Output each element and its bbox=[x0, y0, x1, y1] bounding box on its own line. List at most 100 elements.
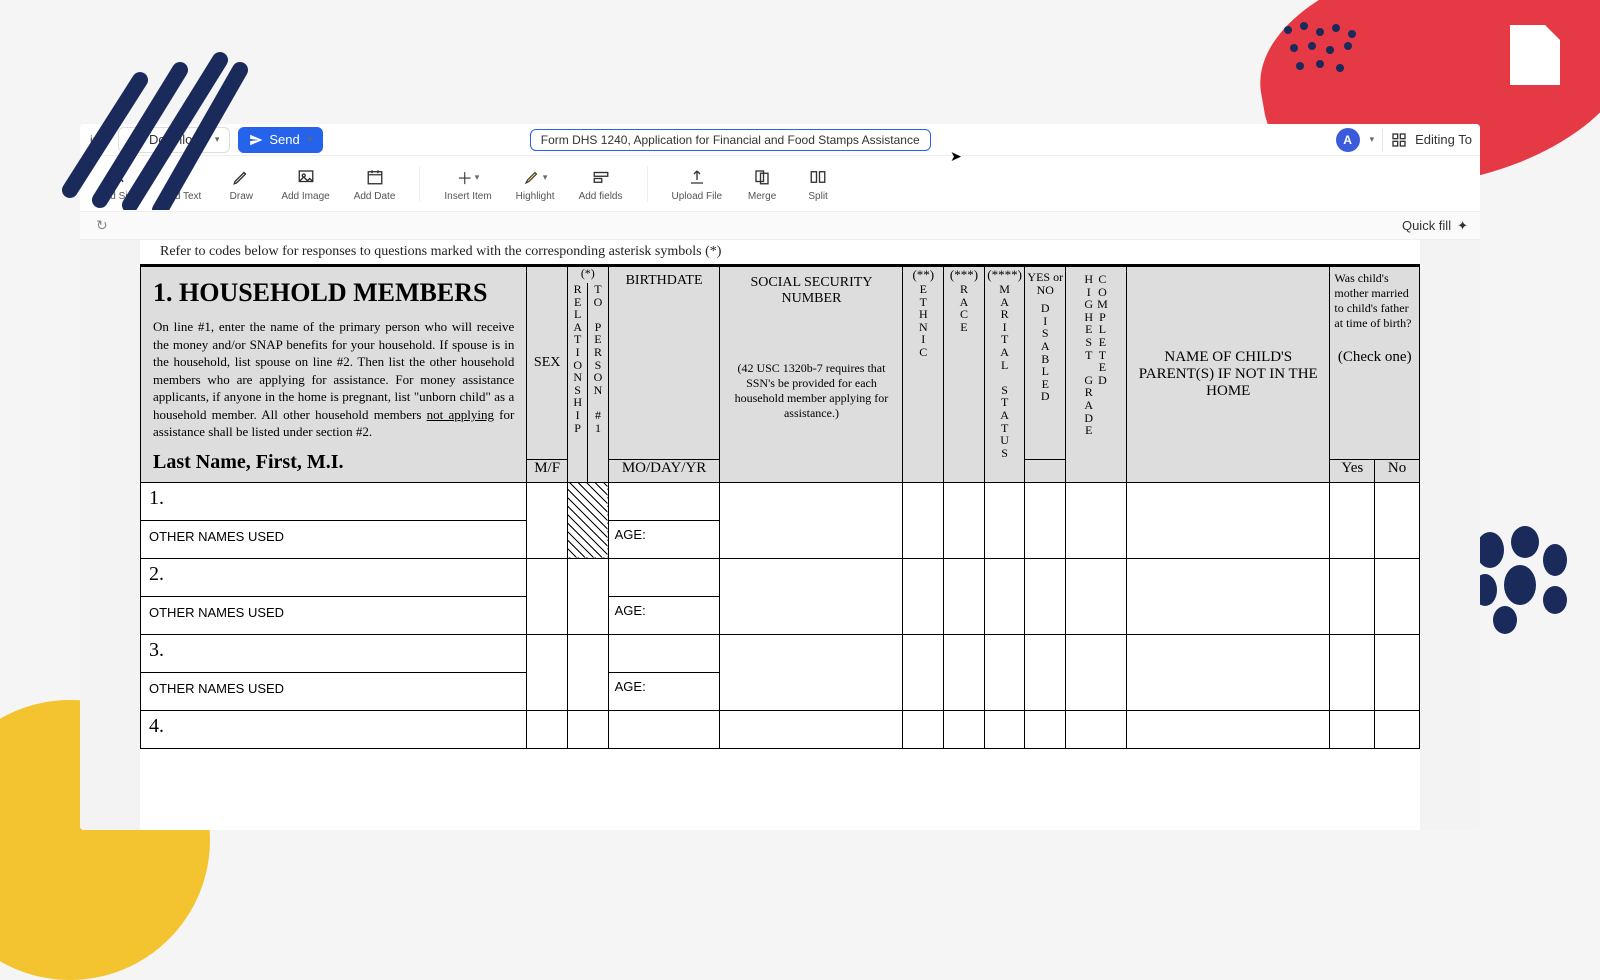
cell-race[interactable] bbox=[944, 482, 985, 558]
chevron-down-icon: ▾ bbox=[308, 134, 313, 145]
cell-parent[interactable] bbox=[1127, 634, 1330, 710]
household-members-table: 1. HOUSEHOLD MEMBERS On line #1, enter t… bbox=[140, 266, 1420, 749]
cell-no[interactable] bbox=[1375, 558, 1420, 634]
cell-yes[interactable] bbox=[1330, 710, 1375, 748]
table-row: 2. bbox=[141, 558, 1420, 596]
cell-no[interactable] bbox=[1375, 482, 1420, 558]
cell-age[interactable]: AGE: bbox=[608, 520, 720, 558]
table-row: 4. bbox=[141, 710, 1420, 748]
col-race: RACE bbox=[944, 283, 985, 482]
cell-ethnic[interactable] bbox=[903, 710, 944, 748]
cell-ethnic[interactable] bbox=[903, 558, 944, 634]
upload-file-button[interactable]: Upload File bbox=[672, 165, 723, 202]
image-icon bbox=[290, 165, 322, 189]
decorative-dots bbox=[1280, 20, 1370, 80]
editing-tools-icon[interactable] bbox=[1391, 132, 1407, 148]
cell-race[interactable] bbox=[944, 710, 985, 748]
section-number: 1. bbox=[153, 278, 173, 307]
row-number[interactable]: 1. bbox=[141, 482, 527, 520]
document-viewport[interactable]: Refer to codes below for responses to qu… bbox=[80, 240, 1480, 830]
col-race-star: (***) bbox=[944, 267, 985, 284]
cell-marital[interactable] bbox=[984, 482, 1025, 558]
cell-marital[interactable] bbox=[984, 558, 1025, 634]
col-relationship-star: (*) bbox=[567, 267, 608, 284]
subbar: ↻ Quick fill ✦ bbox=[80, 212, 1480, 240]
highlight-button[interactable]: ▾ Highlight bbox=[516, 165, 555, 202]
cell-yes[interactable] bbox=[1330, 558, 1375, 634]
cell-disabled[interactable] bbox=[1025, 482, 1066, 558]
cell-other-names[interactable]: OTHER NAMES USED bbox=[141, 520, 527, 558]
col-mf: M/F bbox=[527, 459, 568, 482]
divider bbox=[419, 166, 420, 202]
cell-birthdate[interactable] bbox=[608, 710, 720, 748]
cell-race[interactable] bbox=[944, 558, 985, 634]
cell-relationship[interactable] bbox=[567, 710, 608, 748]
cell-disabled[interactable] bbox=[1025, 558, 1066, 634]
cell-disabled[interactable] bbox=[1025, 634, 1066, 710]
divider bbox=[1382, 129, 1383, 151]
cell-race[interactable] bbox=[944, 634, 985, 710]
add-fields-button[interactable]: Add fields bbox=[579, 165, 623, 202]
cell-grade[interactable] bbox=[1066, 634, 1127, 710]
cell-relationship[interactable] bbox=[567, 634, 608, 710]
redo-icon[interactable]: ↻ bbox=[92, 217, 108, 234]
table-row: 1. bbox=[141, 482, 1420, 520]
insert-item-button[interactable]: ＋▾ Insert Item bbox=[444, 165, 491, 202]
cell-other-names[interactable]: OTHER NAMES USED bbox=[141, 672, 527, 710]
col-marital-star: (****) bbox=[984, 267, 1025, 284]
merge-button[interactable]: Merge bbox=[746, 165, 778, 202]
quick-fill-button[interactable]: Quick fill bbox=[1402, 218, 1451, 233]
cell-ssn[interactable] bbox=[720, 482, 903, 558]
col-to-person: TO PERSON #1 bbox=[588, 283, 608, 482]
instructions-underlined: not applying bbox=[427, 407, 494, 422]
split-button[interactable]: Split bbox=[802, 165, 834, 202]
avatar[interactable]: A bbox=[1336, 128, 1360, 152]
cell-ssn[interactable] bbox=[720, 558, 903, 634]
document-page: Refer to codes below for responses to qu… bbox=[140, 240, 1420, 830]
cell-relationship-na bbox=[567, 482, 608, 558]
chevron-down-icon[interactable]: ▾ bbox=[1370, 134, 1375, 145]
cell-age[interactable]: AGE: bbox=[608, 672, 720, 710]
cell-age[interactable]: AGE: bbox=[608, 596, 720, 634]
cell-birthdate[interactable] bbox=[608, 634, 720, 672]
cell-grade[interactable] bbox=[1066, 558, 1127, 634]
cell-relationship[interactable] bbox=[567, 558, 608, 634]
cell-sex[interactable] bbox=[527, 634, 568, 710]
cell-marital[interactable] bbox=[984, 634, 1025, 710]
cell-parent[interactable] bbox=[1127, 558, 1330, 634]
send-label: Send bbox=[269, 132, 299, 147]
cell-yes[interactable] bbox=[1330, 482, 1375, 558]
document-title-input[interactable]: Form DHS 1240, Application for Financial… bbox=[530, 129, 931, 151]
editing-tools-label[interactable]: Editing To bbox=[1415, 132, 1472, 147]
cell-marital[interactable] bbox=[984, 710, 1025, 748]
cell-grade[interactable] bbox=[1066, 710, 1127, 748]
row-number[interactable]: 4. bbox=[141, 710, 527, 748]
col-ssn: SOCIAL SECURITY NUMBER bbox=[720, 267, 902, 311]
cell-parent[interactable] bbox=[1127, 482, 1330, 558]
send-button[interactable]: Send ▾ bbox=[238, 127, 323, 153]
cell-sex[interactable] bbox=[527, 558, 568, 634]
cell-ethnic[interactable] bbox=[903, 482, 944, 558]
cell-disabled[interactable] bbox=[1025, 710, 1066, 748]
cell-sex[interactable] bbox=[527, 710, 568, 748]
cell-other-names[interactable]: OTHER NAMES USED bbox=[141, 596, 527, 634]
cell-grade[interactable] bbox=[1066, 482, 1127, 558]
cell-ssn[interactable] bbox=[720, 710, 903, 748]
app-window: iner Download ▾ Send ▾ Form DHS 1240, Ap… bbox=[80, 124, 1480, 830]
cell-birthdate[interactable] bbox=[608, 558, 720, 596]
highlighter-icon: ▾ bbox=[519, 165, 551, 189]
row-number[interactable]: 2. bbox=[141, 558, 527, 596]
cell-ethnic[interactable] bbox=[903, 634, 944, 710]
add-date-button[interactable]: Add Date bbox=[354, 165, 396, 202]
cell-birthdate[interactable] bbox=[608, 482, 720, 520]
cell-no[interactable] bbox=[1375, 710, 1420, 748]
add-image-button[interactable]: Add Image bbox=[281, 165, 329, 202]
cell-sex[interactable] bbox=[527, 482, 568, 558]
cell-yes[interactable] bbox=[1330, 634, 1375, 710]
cell-parent[interactable] bbox=[1127, 710, 1330, 748]
cell-ssn[interactable] bbox=[720, 634, 903, 710]
row-number[interactable]: 3. bbox=[141, 634, 527, 672]
col-no: No bbox=[1375, 459, 1420, 482]
split-icon bbox=[802, 165, 834, 189]
cell-no[interactable] bbox=[1375, 634, 1420, 710]
